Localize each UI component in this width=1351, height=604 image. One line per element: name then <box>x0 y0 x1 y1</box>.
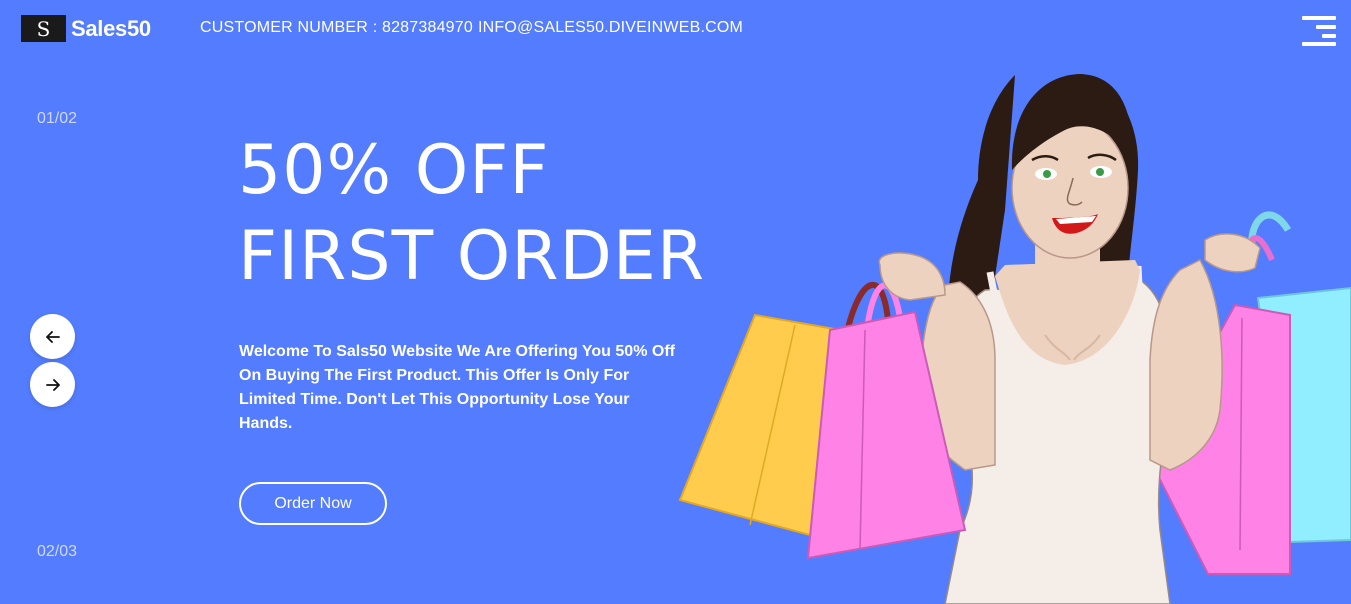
headline-line-2: FIRST ORDER <box>238 217 706 296</box>
top-bar: S Sales50 CUSTOMER NUMBER : 8287384970 I… <box>0 0 1351 58</box>
slide-counter-current: 01/02 <box>37 110 78 127</box>
brand-name: Sales50 <box>71 15 151 41</box>
logo-mark: S <box>21 15 66 42</box>
arrow-left-icon <box>45 330 60 343</box>
hero-description: Welcome To Sals50 Website We Are Offerin… <box>239 343 675 432</box>
arrow-right-icon <box>45 378 60 391</box>
slide-counter-next: 02/03 <box>37 543 78 560</box>
shopping-woman-illustration <box>678 74 1351 604</box>
logo[interactable]: S Sales50 <box>21 15 151 42</box>
next-slide-button[interactable] <box>30 362 75 407</box>
menu-icon[interactable] <box>1302 16 1336 46</box>
customer-number: CUSTOMER NUMBER : 8287384970 <box>200 19 473 36</box>
contact-email[interactable]: INFO@SALES50.DIVEINWEB.COM <box>478 19 743 37</box>
headline-line-1: 50% OFF <box>238 131 550 210</box>
hero-headline: 50% OFF FIRST ORDER <box>238 128 705 300</box>
order-now-button[interactable]: Order Now <box>239 482 387 525</box>
prev-slide-button[interactable] <box>30 314 75 359</box>
